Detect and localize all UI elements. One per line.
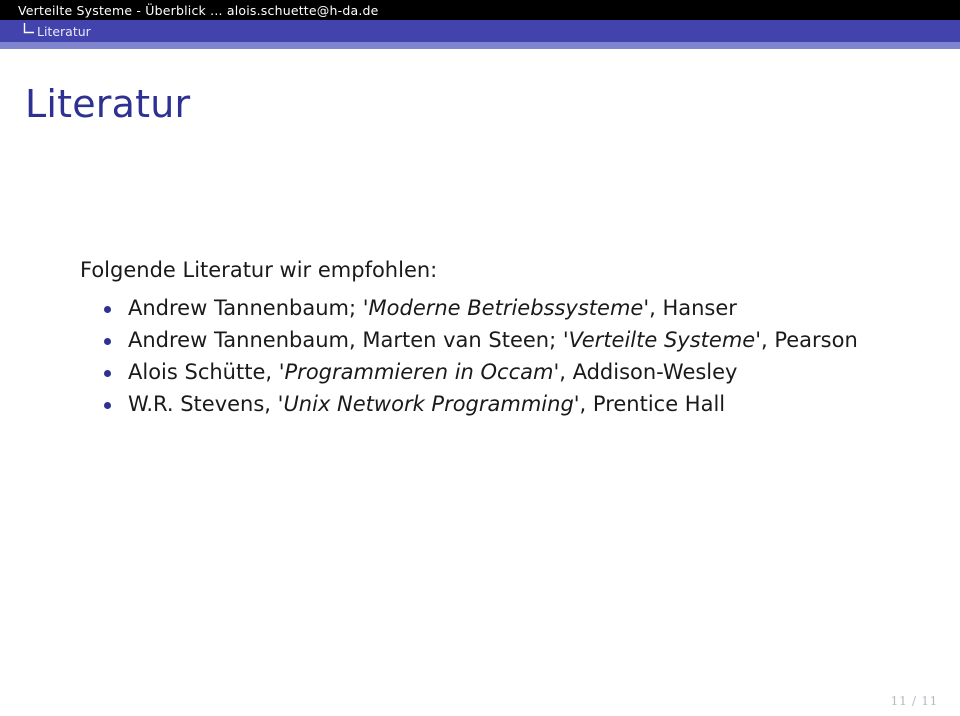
page-title: Literatur — [25, 82, 191, 126]
list-item: W.R. Stevens, 'Unix Network Programming'… — [102, 391, 880, 419]
header-navigation-bar[interactable]: Literatur — [0, 20, 960, 42]
reference-author-prefix: W.R. Stevens, ' — [128, 391, 284, 416]
reference-title: Unix Network Programming — [283, 391, 574, 416]
reference-title: Verteilte Systeme — [568, 328, 756, 353]
bullet-icon — [104, 370, 111, 378]
list-item: Andrew Tannenbaum, Marten van Steen; 'Ve… — [102, 327, 880, 355]
bullet-icon — [104, 401, 111, 409]
tree-branch-icon — [22, 22, 36, 36]
reference-publisher-suffix: ', Pearson — [755, 328, 858, 353]
page-number-indicator: 11 / 11 — [890, 693, 938, 708]
reference-author-prefix: Andrew Tannenbaum, Marten van Steen; ' — [128, 328, 569, 353]
reference-title: Programmieren in Occam — [284, 360, 554, 385]
list-item: Andrew Tannenbaum; 'Moderne Betriebssyst… — [102, 295, 880, 323]
header-under-bar — [0, 42, 960, 49]
slide-content: Folgende Literatur wir empfohlen: Andrew… — [80, 258, 880, 423]
intro-text: Folgende Literatur wir empfohlen: — [80, 258, 438, 282]
header-title-bar: Verteilte Systeme - Überblick ... alois.… — [0, 0, 960, 20]
bullet-icon — [104, 338, 111, 346]
presentation-title: Verteilte Systeme - Überblick ... alois.… — [18, 2, 379, 18]
reference-author-prefix: Andrew Tannenbaum; ' — [128, 296, 369, 321]
reference-publisher-suffix: ', Hanser — [643, 296, 737, 321]
slide-header: Verteilte Systeme - Überblick ... alois.… — [0, 0, 960, 49]
nav-section-literatur[interactable]: Literatur — [37, 24, 91, 39]
bullet-icon — [104, 306, 111, 314]
reference-title: Moderne Betriebssysteme — [368, 296, 644, 321]
reference-publisher-suffix: ', Addison-Wesley — [553, 360, 738, 385]
list-item: Alois Schütte, 'Programmieren in Occam',… — [102, 359, 880, 387]
literature-list: Andrew Tannenbaum; 'Moderne Betriebssyst… — [80, 295, 880, 419]
reference-author-prefix: Alois Schütte, ' — [128, 360, 285, 385]
reference-publisher-suffix: ', Prentice Hall — [573, 391, 726, 416]
